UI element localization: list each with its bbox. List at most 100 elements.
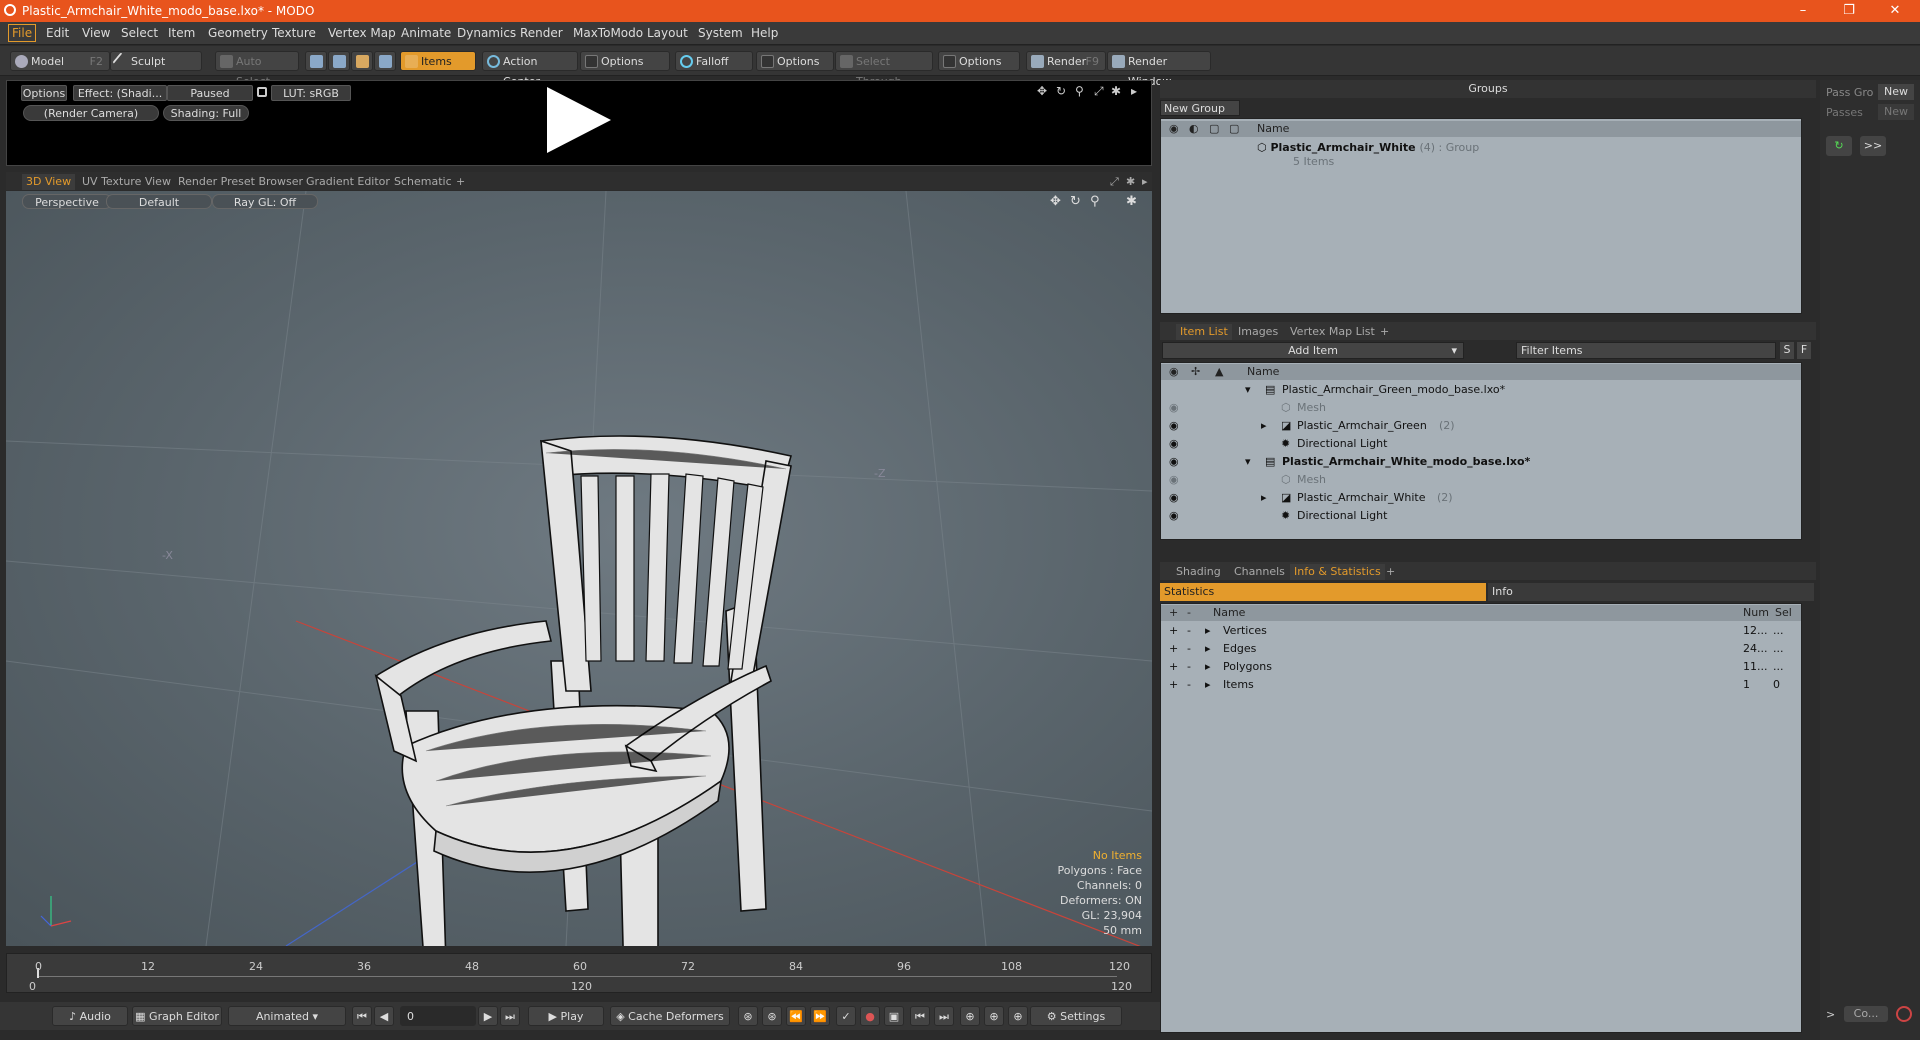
render-options-button[interactable]: Options <box>21 85 67 101</box>
new-pass-button[interactable]: New <box>1878 104 1914 120</box>
go-to-start-button[interactable]: ⏮ <box>352 1006 372 1026</box>
play-icon[interactable] <box>547 87 611 153</box>
falloff-options-button[interactable]: Options <box>756 51 834 71</box>
frame-input[interactable]: 0 <box>400 1006 476 1026</box>
expand-arrow-icon[interactable]: ▸ <box>1261 417 1267 435</box>
record-icon[interactable]: ● <box>860 1006 880 1026</box>
select-through-button[interactable]: Select Through <box>835 51 933 88</box>
keyframe-tool-icon[interactable]: ⊛ <box>738 1006 758 1026</box>
list-item[interactable]: ◉ ⬡ Mesh <box>1169 399 1799 417</box>
tab-render-preset-browser[interactable]: Render Preset Browser <box>174 174 307 190</box>
maximize-icon[interactable]: ⤢ <box>1094 84 1104 99</box>
tab-shading[interactable]: Shading <box>1172 564 1225 580</box>
render-toggle-icon[interactable]: ✢ <box>1191 364 1200 380</box>
remove-icon[interactable]: - <box>1187 622 1191 640</box>
collapse-arrow-icon[interactable]: ▾ <box>1245 453 1251 471</box>
shading-style-dropdown[interactable]: Default <box>106 194 212 209</box>
eye-icon[interactable]: ◉ <box>1169 435 1179 453</box>
effect-dropdown[interactable]: Effect: (Shadi... <box>73 85 167 101</box>
arrow-right-icon[interactable]: ▸ <box>1131 84 1137 98</box>
table-row[interactable]: + - ▸ Items 1 0 <box>1161 676 1801 694</box>
minimize-button[interactable]: – <box>1780 0 1826 22</box>
item-list[interactable]: ◉ ✢ ▲ Name ▾ ▤ Plastic_Armchair_Green_modo… <box>1160 362 1802 540</box>
lock-icon[interactable] <box>257 87 267 97</box>
list-item[interactable]: ◉ ⬡ Mesh <box>1169 471 1799 489</box>
step-back-button[interactable]: ◀ <box>374 1006 394 1026</box>
render-button[interactable]: Render F9 <box>1026 51 1106 71</box>
eye-icon[interactable]: ◉ <box>1169 417 1179 435</box>
f-button[interactable]: F <box>1797 342 1811 359</box>
items-mode-button[interactable]: Items <box>400 51 476 71</box>
s-button[interactable]: S <box>1780 342 1794 359</box>
step-forward-button[interactable]: ▶ <box>478 1006 498 1026</box>
menu-dynamics[interactable]: Dynamics <box>457 26 516 40</box>
menu-vertex-map[interactable]: Vertex Map <box>328 26 396 40</box>
menu-render[interactable]: Render <box>520 26 563 40</box>
graph-editor-button[interactable]: ▦ Graph Editor <box>132 1006 222 1026</box>
move-icon[interactable]: ✥ <box>1050 194 1061 209</box>
select-edges-button[interactable] <box>328 51 350 71</box>
refresh-icon[interactable]: ↻ <box>1826 136 1852 156</box>
record-icon[interactable] <box>1896 1006 1912 1022</box>
move-icon[interactable]: ✥ <box>1037 84 1047 98</box>
lock-icon[interactable]: ▲ <box>1215 364 1223 380</box>
menu-animate[interactable]: Animate <box>401 26 451 40</box>
channel-tool-icon[interactable]: ⊕ <box>1008 1006 1028 1026</box>
menu-texture[interactable]: Texture <box>272 26 316 40</box>
collapse-arrow-icon[interactable]: ▾ <box>1245 381 1251 399</box>
go-to-end-button[interactable]: ⏭ <box>500 1006 520 1026</box>
add-icon[interactable]: + <box>1169 640 1178 658</box>
keyframe-tool-icon[interactable]: ⊛ <box>762 1006 782 1026</box>
lock-icon[interactable]: ▢ <box>1209 121 1219 137</box>
expand-arrow-icon[interactable]: ▸ <box>1205 658 1211 676</box>
channel-tool-icon[interactable]: ⊕ <box>960 1006 980 1026</box>
menu-select[interactable]: Select <box>121 26 158 40</box>
maximize-icon[interactable]: ⤢ <box>1106 174 1123 190</box>
armchair-mesh[interactable] <box>374 435 793 946</box>
table-row[interactable]: + - ▸ Edges 24...... <box>1161 640 1801 658</box>
add-icon[interactable]: + <box>1169 622 1178 640</box>
add-item-dropdown[interactable]: Add Item ▾ <box>1162 342 1464 359</box>
tab-vertex-map-list[interactable]: Vertex Map List <box>1286 324 1379 340</box>
eye-icon[interactable]: ◉ <box>1169 507 1179 525</box>
restore-button[interactable]: ❐ <box>1826 0 1872 22</box>
rotate-icon[interactable]: ↻ <box>1070 194 1081 209</box>
eye-icon[interactable]: ◉ <box>1169 471 1179 489</box>
remove-icon[interactable]: - <box>1187 676 1191 694</box>
render-toggle-icon[interactable]: ◐ <box>1189 121 1199 137</box>
eye-icon[interactable]: ◉ <box>1169 364 1179 380</box>
action-center-options-button[interactable]: Options <box>580 51 670 71</box>
channel-tool-icon[interactable]: ⊕ <box>984 1006 1004 1026</box>
tab-gradient-editor[interactable]: Gradient Editor <box>302 174 394 190</box>
rotate-icon[interactable]: ↻ <box>1056 84 1066 98</box>
menu-geometry[interactable]: Geometry <box>208 26 268 40</box>
list-item[interactable]: ▾ ▤ Plastic_Armchair_Green_modo_base.lxo* <box>1169 381 1799 399</box>
table-row[interactable]: + - ▸ Polygons 11...... <box>1161 658 1801 676</box>
skip-forward-icon[interactable]: ⏭ <box>934 1006 954 1026</box>
sculpt-mode-button[interactable]: Sculpt <box>110 51 202 71</box>
groups-list[interactable]: ◉ ◐ ▢ ▢ Name ⬡ Plastic_Armchair_White (4… <box>1160 118 1802 314</box>
menu-maxtomodo[interactable]: MaxToModo <box>573 26 643 40</box>
remove-icon[interactable]: - <box>1187 605 1191 621</box>
eye-icon[interactable]: ◉ <box>1169 489 1179 507</box>
more-button[interactable]: >> <box>1860 136 1886 156</box>
statistics-table[interactable]: + - Name Num Sel + - ▸ Vertices 12...... + - ▸… <box>1160 603 1802 1033</box>
add-tab-button[interactable]: + <box>1376 324 1393 340</box>
list-item[interactable]: ◉ ✹ Directional Light <box>1169 435 1799 453</box>
add-icon[interactable]: + <box>1169 676 1178 694</box>
expand-panel-icon[interactable]: > <box>1826 1008 1835 1021</box>
auto-key-icon[interactable]: ✓ <box>836 1006 856 1026</box>
list-item[interactable]: ◉ ▸ ◪ Plastic_Armchair_Green (2) <box>1169 417 1799 435</box>
raygl-dropdown[interactable]: Ray GL: Off <box>212 194 318 209</box>
info-subtab[interactable]: Info <box>1488 583 1814 601</box>
table-row[interactable]: + - ▸ Vertices 12...... <box>1161 622 1801 640</box>
co-button[interactable]: Co... <box>1844 1006 1888 1022</box>
menu-edit[interactable]: Edit <box>46 26 69 40</box>
skip-back-icon[interactable]: ⏮ <box>910 1006 930 1026</box>
group-row[interactable]: ⬡ Plastic_Armchair_White (4) : Group <box>1257 139 1479 157</box>
add-tab-button[interactable]: + <box>1382 564 1399 580</box>
expand-arrow-icon[interactable]: ▸ <box>1205 640 1211 658</box>
menu-file[interactable]: File <box>8 24 37 42</box>
auto-select-button[interactable]: Auto Select <box>215 51 299 88</box>
prev-key-icon[interactable]: ⏪ <box>786 1006 806 1026</box>
